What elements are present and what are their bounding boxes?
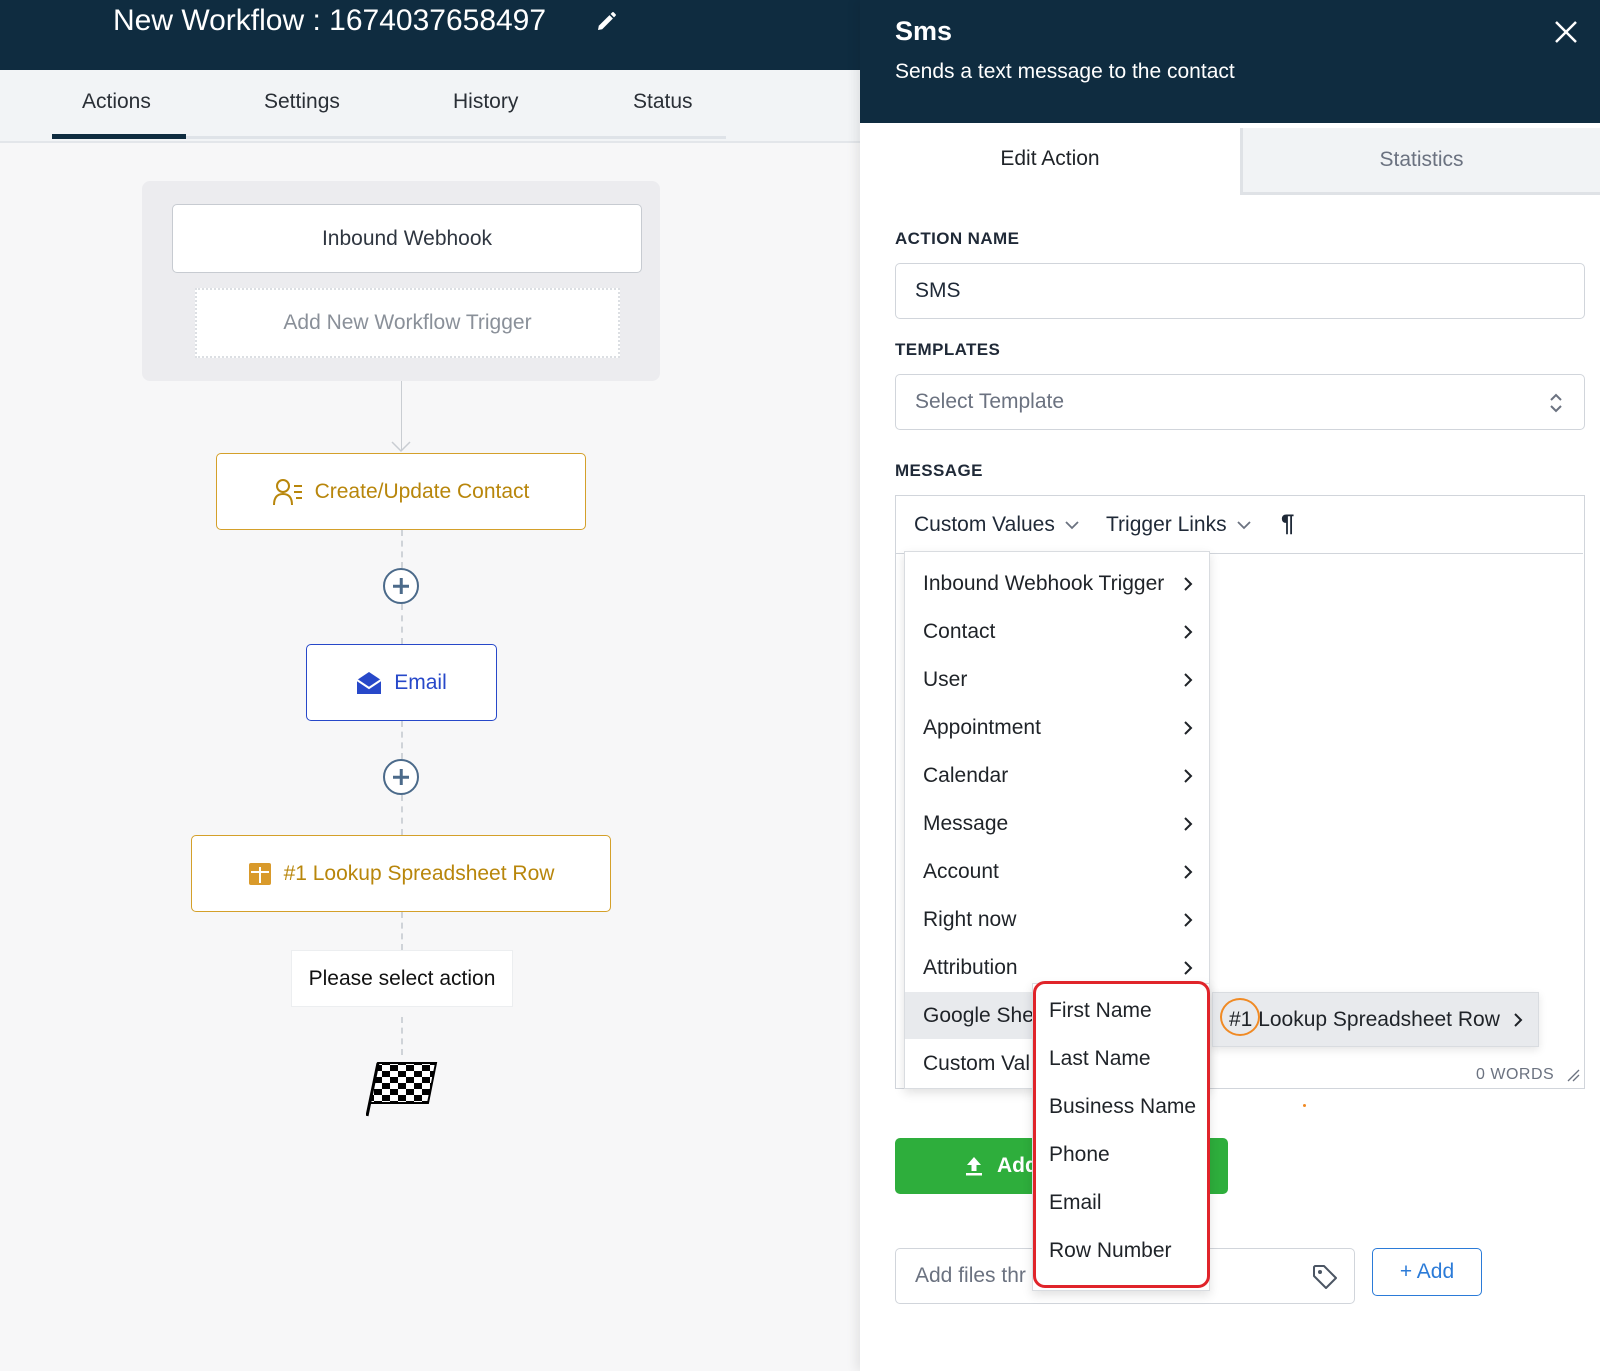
menu-item-label: Custom Val bbox=[923, 1051, 1030, 1075]
finish-flag-icon bbox=[366, 1062, 438, 1117]
connector-line bbox=[401, 530, 403, 568]
connector-line bbox=[401, 721, 403, 759]
node-email-label: Email bbox=[394, 670, 447, 694]
menu-item-calendar[interactable]: Calendar bbox=[905, 752, 1209, 799]
menu-item-label: Google She bbox=[923, 1003, 1034, 1027]
contact-icon bbox=[272, 478, 302, 505]
trigger-links-dropdown[interactable]: Trigger Links bbox=[1106, 513, 1251, 537]
trigger-links-label: Trigger Links bbox=[1106, 513, 1227, 536]
connector-line bbox=[401, 912, 403, 950]
panel-header: Sms Sends a text message to the contact bbox=[860, 0, 1600, 123]
menu-item-right-now[interactable]: Right now bbox=[905, 896, 1209, 943]
template-select[interactable]: Select Template bbox=[895, 374, 1585, 430]
node-lookup-label: #1 Lookup Spreadsheet Row bbox=[283, 861, 555, 885]
menu-item-inbound-webhook-trigger[interactable]: Inbound Webhook Trigger bbox=[905, 560, 1209, 607]
template-select-value: Select Template bbox=[915, 390, 1065, 413]
menu-item-user[interactable]: User bbox=[905, 656, 1209, 703]
active-tab-indicator bbox=[52, 134, 186, 139]
chevron-right-icon bbox=[1184, 577, 1193, 591]
tag-icon[interactable] bbox=[1311, 1263, 1339, 1291]
message-label: MESSAGE bbox=[895, 461, 983, 480]
chevron-right-icon bbox=[1184, 625, 1193, 639]
node-create-contact-label: Create/Update Contact bbox=[314, 479, 530, 503]
connector-line bbox=[401, 1017, 403, 1055]
chevron-right-icon bbox=[1184, 865, 1193, 879]
connector-line bbox=[401, 604, 403, 644]
tab-rail bbox=[186, 136, 726, 139]
chevron-down-icon bbox=[1065, 520, 1079, 529]
tab-status[interactable]: Status bbox=[633, 90, 693, 114]
chevron-right-icon bbox=[1184, 769, 1193, 783]
tab-edit-action[interactable]: Edit Action bbox=[860, 123, 1240, 195]
select-action-placeholder[interactable]: Please select action bbox=[291, 950, 513, 1007]
annotation-highlight-box bbox=[1033, 981, 1210, 1288]
menu-item-label: Right now bbox=[923, 907, 1017, 931]
menu-item-label: Attribution bbox=[923, 955, 1018, 979]
action-name-label: ACTION NAME bbox=[895, 229, 1020, 248]
tab-settings[interactable]: Settings bbox=[264, 90, 340, 114]
stray-dot bbox=[1303, 1104, 1306, 1107]
tab-history[interactable]: History bbox=[453, 90, 518, 114]
connector-line bbox=[401, 795, 403, 835]
node-lookup-spreadsheet[interactable]: #1 Lookup Spreadsheet Row bbox=[191, 835, 611, 912]
select-arrows-icon bbox=[1550, 393, 1562, 413]
chevron-right-icon bbox=[1184, 673, 1193, 687]
resize-handle-icon[interactable] bbox=[1566, 1068, 1580, 1082]
chevron-down-icon bbox=[1236, 520, 1251, 529]
menu-item-label: Calendar bbox=[923, 763, 1009, 787]
message-toolbar: Custom Values Trigger Links ¶ bbox=[896, 496, 1583, 554]
node-email[interactable]: Email bbox=[306, 644, 497, 721]
panel-title: Sms bbox=[895, 16, 953, 46]
menu-item-message[interactable]: Message bbox=[905, 800, 1209, 847]
trigger-inbound-webhook[interactable]: Inbound Webhook bbox=[172, 204, 642, 273]
upload-icon bbox=[966, 1157, 982, 1176]
tab-actions[interactable]: Actions bbox=[82, 90, 151, 114]
workflow-tabs: Actions Settings History Status bbox=[0, 70, 860, 143]
attach-placeholder: Add files thr bbox=[915, 1264, 1026, 1287]
chevron-right-icon bbox=[1184, 817, 1193, 831]
menu-item-label: Contact bbox=[923, 619, 996, 643]
edit-pencil-icon[interactable] bbox=[594, 10, 618, 34]
menu-item-appointment[interactable]: Appointment bbox=[905, 704, 1209, 751]
custom-values-dropdown[interactable]: Custom Values bbox=[914, 513, 1079, 537]
menu-item-label: Inbound Webhook Trigger bbox=[923, 571, 1165, 595]
panel-subtitle: Sends a text message to the contact bbox=[895, 60, 1235, 83]
workflow-title: New Workflow : 1674037658497 bbox=[113, 4, 547, 37]
action-name-input[interactable]: SMS bbox=[895, 263, 1585, 319]
add-step-icon[interactable] bbox=[383, 568, 419, 604]
lookup-row-label: #1 Lookup Spreadsheet Row bbox=[1229, 1007, 1500, 1031]
chevron-right-icon bbox=[1514, 1013, 1523, 1027]
spreadsheet-icon bbox=[248, 862, 271, 885]
menu-item-label: Appointment bbox=[923, 715, 1041, 739]
annotation-circle bbox=[1220, 998, 1260, 1036]
menu-item-label: Message bbox=[923, 811, 1009, 835]
envelope-icon bbox=[356, 671, 382, 694]
menu-item-label: User bbox=[923, 667, 968, 691]
templates-label: TEMPLATES bbox=[895, 340, 1001, 359]
tab-statistics[interactable]: Statistics bbox=[1240, 128, 1600, 195]
google-sheets-submenu-item[interactable]: #1 Lookup Spreadsheet Row bbox=[1212, 992, 1539, 1047]
paragraph-icon[interactable]: ¶ bbox=[1281, 510, 1294, 538]
custom-values-label: Custom Values bbox=[914, 513, 1055, 536]
menu-item-contact[interactable]: Contact bbox=[905, 608, 1209, 655]
chevron-right-icon bbox=[1184, 961, 1193, 975]
close-icon[interactable] bbox=[1552, 18, 1580, 46]
add-step-icon[interactable] bbox=[383, 759, 419, 795]
add-button[interactable]: + Add bbox=[1372, 1248, 1482, 1296]
chevron-right-icon bbox=[1184, 913, 1193, 927]
word-count: 0 WORDS bbox=[1476, 1066, 1555, 1083]
chevron-right-icon bbox=[1184, 721, 1193, 735]
menu-item-account[interactable]: Account bbox=[905, 848, 1209, 895]
add-trigger-button[interactable]: Add New Workflow Trigger bbox=[195, 288, 620, 358]
arrow-down-icon bbox=[391, 441, 411, 453]
menu-item-label: Account bbox=[923, 859, 999, 883]
node-create-contact[interactable]: Create/Update Contact bbox=[216, 453, 586, 530]
workflow-header: New Workflow : 1674037658497 bbox=[0, 0, 860, 70]
